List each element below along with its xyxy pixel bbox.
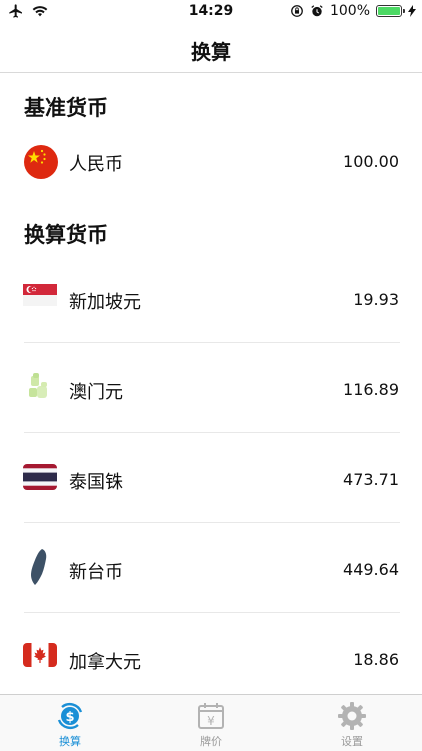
currency-name: 新加坡元 bbox=[69, 292, 141, 313]
currency-amount[interactable]: 100.00 bbox=[343, 152, 399, 171]
tab-label: 换算 bbox=[59, 735, 81, 748]
currency-name: 新台币 bbox=[69, 562, 123, 583]
currency-name: 人民币 bbox=[69, 154, 123, 175]
base-currency-heading: 基准货币 bbox=[24, 96, 108, 120]
currency-amount: 19.93 bbox=[353, 290, 399, 309]
battery-percent: 100% bbox=[329, 3, 370, 19]
canada-flag-icon bbox=[23, 643, 57, 667]
row-divider bbox=[24, 342, 400, 343]
tab-label: 设置 bbox=[341, 735, 363, 748]
currency-exchange-icon: $ bbox=[57, 702, 83, 730]
currency-row-thailand[interactable]: 泰国铢 473.71 bbox=[0, 456, 422, 500]
currency-row-canada[interactable]: 加拿大元 18.86 bbox=[0, 638, 422, 682]
status-right: 100% bbox=[290, 3, 416, 19]
tab-rates[interactable]: ¥ 牌价 bbox=[141, 695, 281, 751]
currency-row-taiwan[interactable]: 新台币 449.64 bbox=[0, 546, 422, 590]
row-divider bbox=[24, 522, 400, 523]
converted-currency-heading: 换算货币 bbox=[24, 223, 108, 247]
currency-name: 加拿大元 bbox=[69, 652, 141, 673]
calendar-yen-icon: ¥ bbox=[198, 703, 224, 729]
tab-convert[interactable]: $ 换算 bbox=[0, 695, 140, 751]
currency-amount: 18.86 bbox=[353, 650, 399, 669]
currency-row-macau[interactable]: 澳门元 116.89 bbox=[0, 366, 422, 410]
currency-row-singapore[interactable]: 新加坡元 19.93 bbox=[0, 276, 422, 320]
currency-amount: 116.89 bbox=[343, 380, 399, 399]
taiwan-map-icon bbox=[31, 549, 47, 585]
thailand-flag-icon bbox=[23, 464, 57, 490]
currency-amount: 449.64 bbox=[343, 560, 399, 579]
charging-bolt-icon bbox=[408, 5, 416, 17]
tab-settings[interactable]: 设置 bbox=[282, 695, 422, 751]
alarm-icon bbox=[311, 5, 323, 17]
singapore-flag-icon bbox=[23, 284, 57, 306]
row-divider bbox=[24, 612, 400, 613]
page-title: 换算 bbox=[191, 40, 231, 64]
tab-label: 牌价 bbox=[200, 735, 222, 748]
currency-name: 泰国铢 bbox=[69, 472, 123, 493]
macau-flag-icon bbox=[29, 373, 47, 398]
currency-name: 澳门元 bbox=[69, 382, 123, 403]
battery-icon bbox=[376, 5, 405, 17]
base-currency-row[interactable]: 人民币 100.00 bbox=[0, 140, 422, 184]
gear-icon bbox=[338, 702, 366, 730]
rotation-lock-icon bbox=[291, 5, 303, 17]
row-divider bbox=[24, 432, 400, 433]
svg-text:$: $ bbox=[65, 710, 74, 725]
svg-text:¥: ¥ bbox=[207, 714, 215, 728]
currency-amount: 473.71 bbox=[343, 470, 399, 489]
china-flag-icon bbox=[24, 145, 58, 179]
tab-bar: $ 换算 ¥ 牌价 设置 bbox=[0, 694, 422, 751]
nav-bar: 换算 bbox=[0, 24, 422, 73]
status-bar: 14:29 100% bbox=[0, 0, 422, 24]
